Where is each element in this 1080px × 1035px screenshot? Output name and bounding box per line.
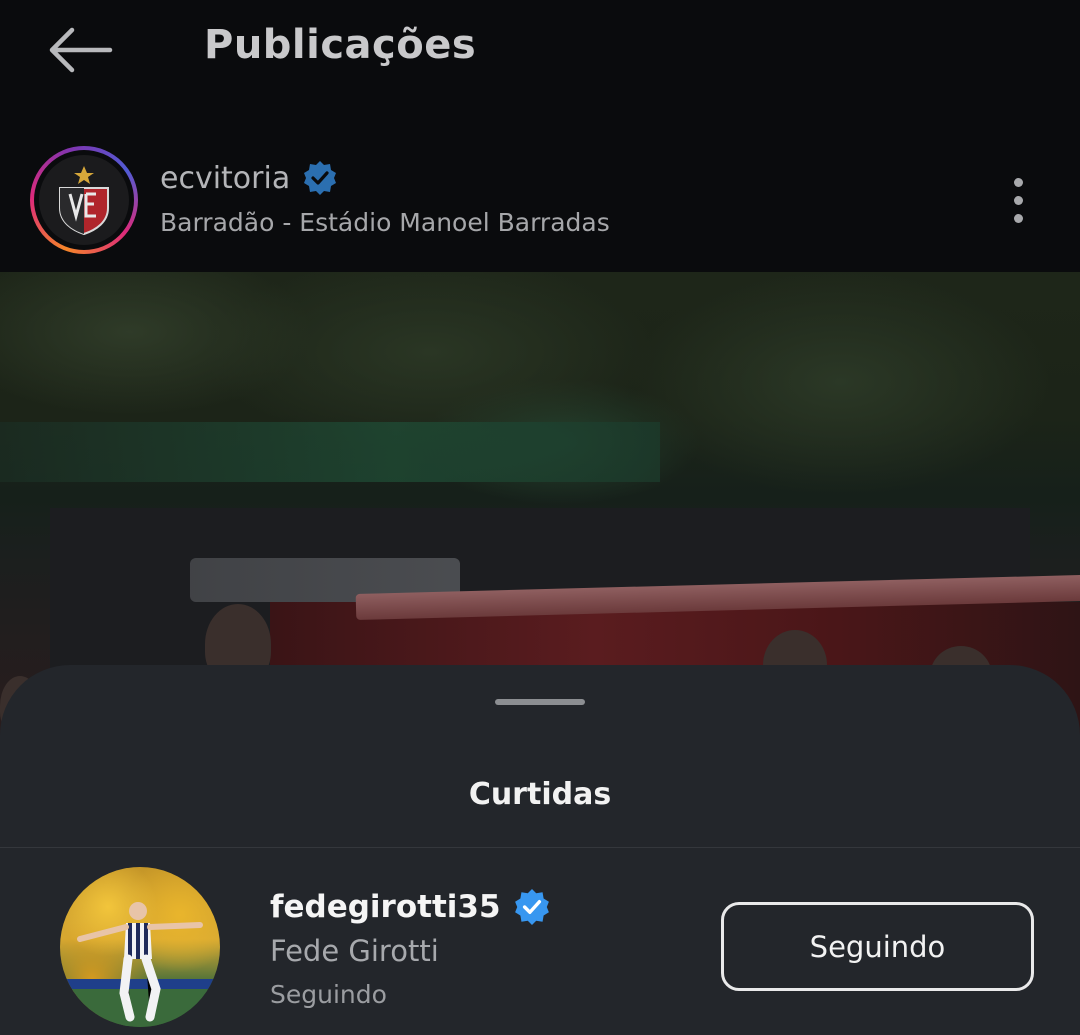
club-crest-icon (59, 166, 109, 236)
liker-status: Seguindo (270, 980, 387, 1009)
verified-badge-icon (514, 889, 549, 925)
liker-username-text: fedegirotti35 (270, 889, 501, 925)
post-username-text: ecvitoria (160, 160, 291, 196)
post-header: ecvitoria Barradão - Estádio Manoel Barr… (0, 130, 1080, 272)
post-username[interactable]: ecvitoria (160, 160, 338, 196)
profile-avatar[interactable] (30, 146, 138, 254)
post-location[interactable]: Barradão - Estádio Manoel Barradas (160, 208, 610, 237)
drag-handle[interactable] (495, 699, 585, 705)
avatar[interactable] (60, 867, 220, 1027)
back-button[interactable] (40, 20, 120, 80)
player-photo (60, 902, 220, 1027)
page-title: Publicações (204, 22, 477, 68)
list-item[interactable]: fedegirotti35 Fede Girotti Seguindo Segu… (0, 848, 1080, 1035)
club-logo (39, 155, 129, 245)
top-bar: Publicações (0, 0, 1080, 100)
arrow-left-icon (49, 27, 113, 73)
screen: Publicações ecvitoria Barradão - Estádio… (0, 0, 1080, 1035)
sheet-title: Curtidas (468, 777, 612, 812)
likes-sheet: Curtidas fedegirotti35 Fede Girotti Segu… (0, 665, 1080, 1035)
following-button[interactable]: Seguindo (721, 902, 1034, 991)
more-options-button[interactable] (996, 172, 1040, 228)
more-vertical-icon (1013, 177, 1023, 187)
liker-username: fedegirotti35 (270, 888, 551, 926)
verified-badge-icon (304, 161, 337, 195)
liker-full-name: Fede Girotti (270, 934, 439, 968)
